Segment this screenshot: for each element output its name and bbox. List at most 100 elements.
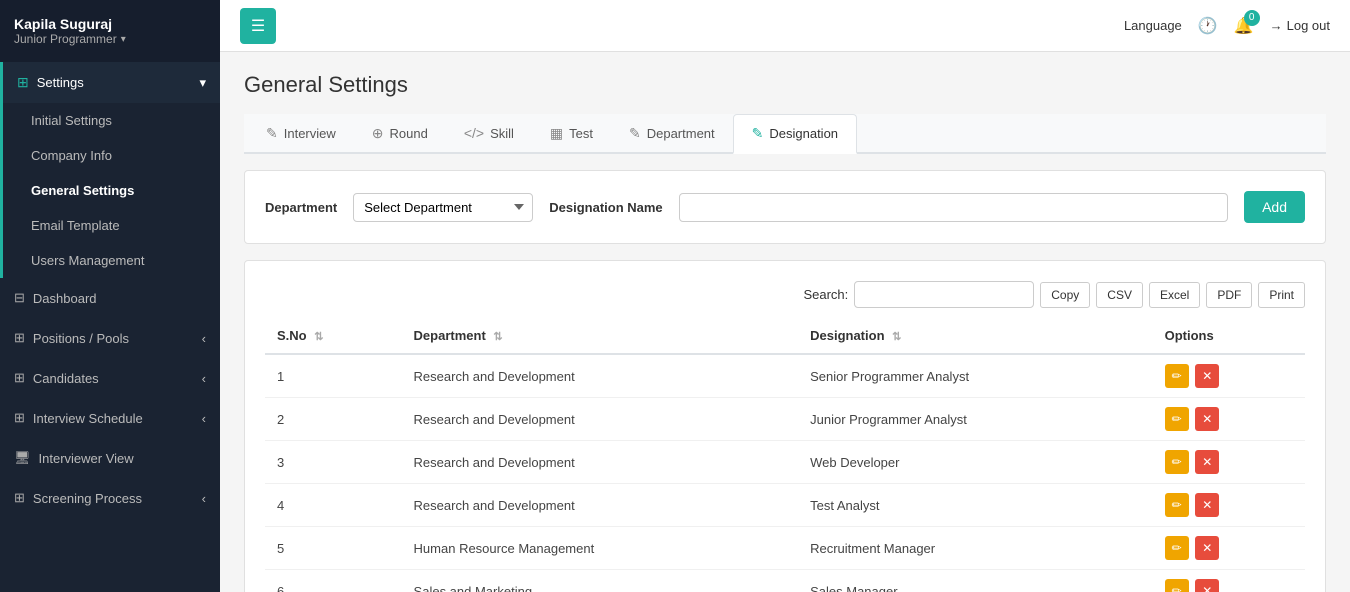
dashboard-icon: ⊟ [14, 290, 25, 306]
cell-designation: Junior Programmer Analyst [798, 398, 1153, 441]
cell-designation: Web Developer [798, 441, 1153, 484]
settings-chevron-icon: ▾ [199, 75, 206, 91]
user-name: Kapila Suguraj [14, 16, 206, 32]
excel-button[interactable]: Excel [1149, 282, 1200, 308]
tab-designation[interactable]: ✎ Designation [733, 114, 857, 154]
sidebar-item-email-template[interactable]: Email Template [3, 208, 220, 243]
cell-sno: 1 [265, 354, 402, 398]
cell-options: ✏ ✕ [1153, 398, 1305, 441]
col-department: Department ⇅ [402, 318, 799, 354]
clock-icon[interactable]: 🕐 [1198, 16, 1218, 36]
edit-button[interactable]: ✏ [1165, 407, 1189, 431]
notification-bell[interactable]: 🔔 0 [1234, 16, 1254, 36]
edit-button[interactable]: ✏ [1165, 364, 1189, 388]
designation-sort-icon[interactable]: ⇅ [892, 331, 901, 343]
skill-tab-icon: </> [464, 125, 484, 141]
designation-name-input[interactable] [679, 193, 1228, 222]
sidebar: Kapila Suguraj Junior Programmer ⊞ Setti… [0, 0, 220, 592]
delete-button[interactable]: ✕ [1195, 450, 1219, 474]
cell-department: Human Resource Management [402, 527, 799, 570]
tab-interview[interactable]: ✎ Interview [248, 114, 354, 154]
delete-button[interactable]: ✕ [1195, 493, 1219, 517]
test-tab-icon: ▦ [550, 125, 563, 142]
search-input[interactable] [854, 281, 1034, 308]
dept-sort-icon[interactable]: ⇅ [493, 331, 502, 343]
edit-button[interactable]: ✏ [1165, 493, 1189, 517]
sidebar-item-users-management[interactable]: Users Management [3, 243, 220, 278]
user-role[interactable]: Junior Programmer [14, 32, 206, 46]
department-select[interactable]: Select Department [353, 193, 533, 222]
cell-options: ✏ ✕ [1153, 441, 1305, 484]
language-selector[interactable]: Language [1124, 18, 1182, 33]
sidebar-item-dashboard[interactable]: ⊟ Dashboard [0, 278, 220, 318]
delete-button[interactable]: ✕ [1195, 407, 1219, 431]
cell-department: Research and Development [402, 398, 799, 441]
logout-button[interactable]: → Log out [1270, 18, 1330, 33]
cell-designation: Test Analyst [798, 484, 1153, 527]
topbar-right: Language 🕐 🔔 0 → Log out [1124, 16, 1330, 36]
copy-button[interactable]: Copy [1040, 282, 1090, 308]
sidebar-item-screening-process[interactable]: ⊞ Screening Process ‹ [0, 478, 220, 518]
settings-tabs: ✎ Interview ⊕ Round </> Skill ▦ Test ✎ D… [244, 114, 1326, 154]
delete-button[interactable]: ✕ [1195, 364, 1219, 388]
edit-button[interactable]: ✏ [1165, 579, 1189, 592]
print-button[interactable]: Print [1258, 282, 1305, 308]
cell-designation: Recruitment Manager [798, 527, 1153, 570]
positions-icon: ⊞ [14, 330, 25, 346]
screening-chevron-icon: ‹ [202, 491, 206, 506]
cell-department: Sales and Marketing [402, 570, 799, 592]
tab-department[interactable]: ✎ Department [611, 114, 733, 154]
topbar-left: ☰ [240, 8, 276, 44]
sidebar-item-company-info[interactable]: Company Info [3, 138, 220, 173]
logout-arrow-icon: → [1270, 18, 1283, 33]
table-row: 1 Research and Development Senior Progra… [265, 354, 1305, 398]
designation-name-label: Designation Name [549, 200, 662, 215]
department-filter-label: Department [265, 200, 337, 215]
cell-sno: 6 [265, 570, 402, 592]
round-tab-icon: ⊕ [372, 125, 384, 142]
interview-tab-icon: ✎ [266, 125, 278, 142]
hamburger-button[interactable]: ☰ [240, 8, 276, 44]
cell-designation: Senior Programmer Analyst [798, 354, 1153, 398]
sidebar-item-general-settings[interactable]: General Settings [3, 173, 220, 208]
interviewer-view-icon: 🖥 [14, 450, 31, 466]
cell-department: Research and Development [402, 484, 799, 527]
candidates-icon: ⊞ [14, 370, 25, 386]
table-row: 4 Research and Development Test Analyst … [265, 484, 1305, 527]
tab-skill[interactable]: </> Skill [446, 114, 532, 154]
department-tab-icon: ✎ [629, 125, 641, 142]
edit-button[interactable]: ✏ [1165, 450, 1189, 474]
pdf-button[interactable]: PDF [1206, 282, 1252, 308]
cell-options: ✏ ✕ [1153, 484, 1305, 527]
sidebar-item-interview-schedule[interactable]: ⊞ Interview Schedule ‹ [0, 398, 220, 438]
cell-sno: 2 [265, 398, 402, 441]
table-toolbar: Search: Copy CSV Excel PDF Print [265, 281, 1305, 308]
positions-chevron-icon: ‹ [202, 331, 206, 346]
csv-button[interactable]: CSV [1096, 282, 1143, 308]
sidebar-item-initial-settings[interactable]: Initial Settings [3, 103, 220, 138]
cell-sno: 4 [265, 484, 402, 527]
cell-options: ✏ ✕ [1153, 354, 1305, 398]
tab-round[interactable]: ⊕ Round [354, 114, 446, 154]
edit-button[interactable]: ✏ [1165, 536, 1189, 560]
table-card: Search: Copy CSV Excel PDF Print S.No ⇅ [244, 260, 1326, 592]
filter-row: Department Select Department Designation… [265, 191, 1305, 223]
cell-sno: 3 [265, 441, 402, 484]
delete-button[interactable]: ✕ [1195, 579, 1219, 592]
table-row: 3 Research and Development Web Developer… [265, 441, 1305, 484]
sidebar-item-interviewer-view[interactable]: 🖥 Interviewer View [0, 438, 220, 478]
tab-test[interactable]: ▦ Test [532, 114, 611, 154]
sidebar-menu: ⊞ Settings ▾ Initial Settings Company In… [0, 62, 220, 592]
delete-button[interactable]: ✕ [1195, 536, 1219, 560]
table-row: 5 Human Resource Management Recruitment … [265, 527, 1305, 570]
sidebar-settings-header[interactable]: ⊞ Settings ▾ [3, 62, 220, 103]
sidebar-item-candidates[interactable]: ⊞ Candidates ‹ [0, 358, 220, 398]
sno-sort-icon[interactable]: ⇅ [314, 331, 323, 343]
cell-department: Research and Development [402, 354, 799, 398]
sidebar-item-positions-pools[interactable]: ⊞ Positions / Pools ‹ [0, 318, 220, 358]
add-button[interactable]: Add [1244, 191, 1305, 223]
page-title: General Settings [244, 72, 1326, 98]
screening-icon: ⊞ [14, 490, 25, 506]
table-header-row: S.No ⇅ Department ⇅ Designation ⇅ Opti [265, 318, 1305, 354]
sidebar-settings-label: Settings [37, 75, 84, 90]
